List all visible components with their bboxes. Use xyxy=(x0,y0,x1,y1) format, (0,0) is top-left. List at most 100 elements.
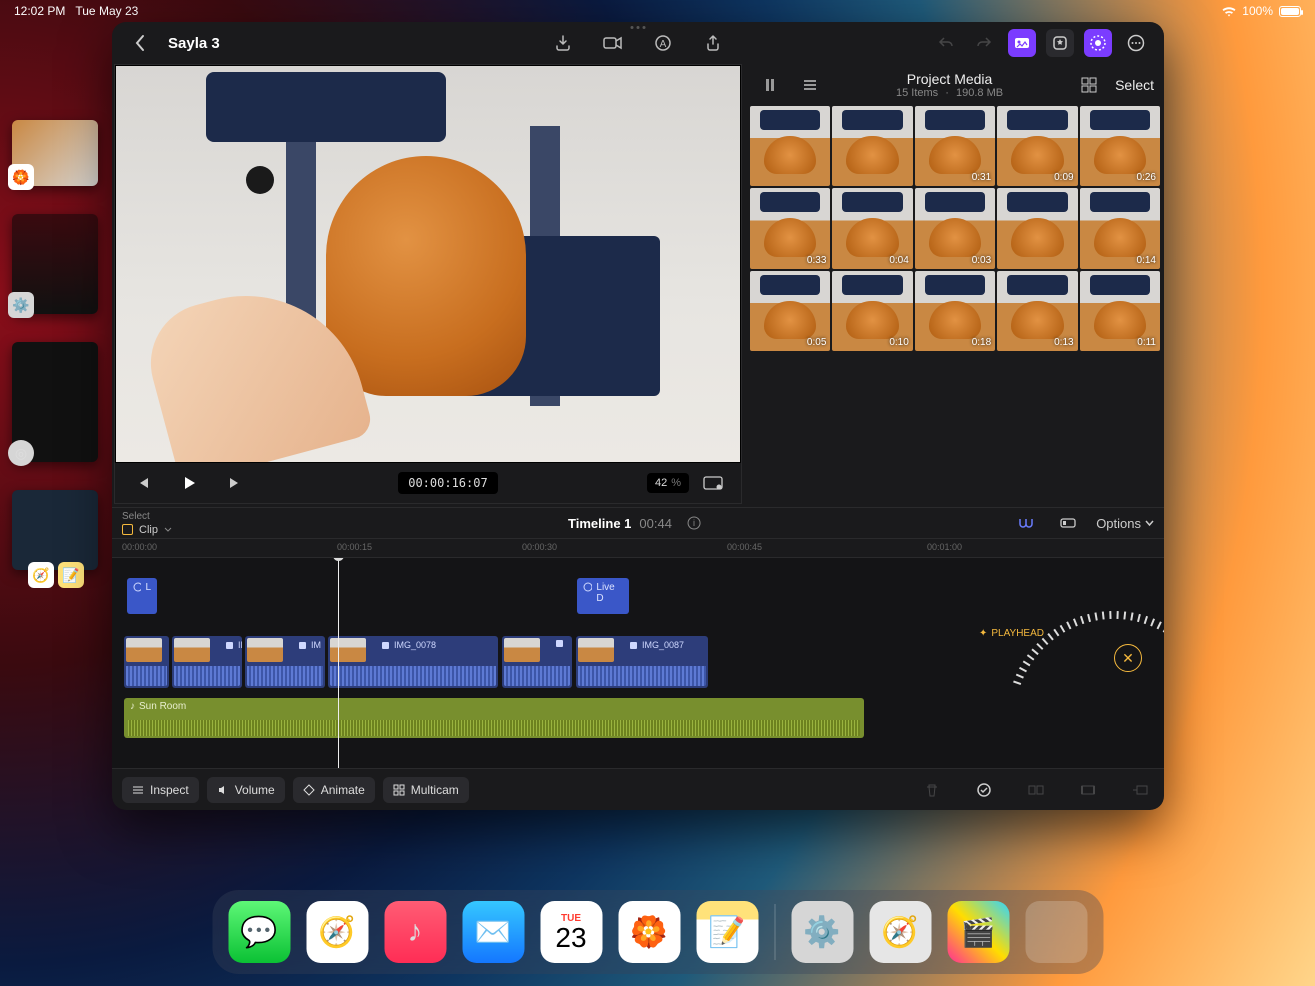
music-clip[interactable]: ♪Sun Room xyxy=(124,698,864,738)
video-clip[interactable]: IM xyxy=(172,636,242,688)
speaker-icon xyxy=(217,784,229,796)
media-thumb[interactable]: 0:04 xyxy=(832,188,912,268)
effects-browser-icon[interactable] xyxy=(1046,29,1074,57)
video-clip[interactable]: IM xyxy=(124,636,169,688)
position-icon[interactable] xyxy=(1126,776,1154,804)
dock-app-folder[interactable] xyxy=(1025,901,1087,963)
timeline-options-button[interactable]: Options xyxy=(1096,516,1154,531)
playhead[interactable] xyxy=(338,558,339,768)
media-thumb[interactable] xyxy=(750,106,830,186)
stage-window-settings[interactable]: ⚙️ xyxy=(12,214,98,314)
camera-icon[interactable] xyxy=(599,29,627,57)
titlebar: Sayla 3 A xyxy=(112,22,1164,64)
dock-mail[interactable]: ✉️ xyxy=(462,901,524,963)
stage-window-photos[interactable]: 🏵️ xyxy=(12,120,98,186)
timecode-display[interactable]: 00:00:16:07 xyxy=(398,472,497,494)
play-button[interactable] xyxy=(175,469,203,497)
filmstrip-view-icon[interactable] xyxy=(756,71,784,99)
media-thumb[interactable]: 0:03 xyxy=(915,188,995,268)
title-clip[interactable]: L xyxy=(127,578,157,614)
wifi-icon xyxy=(1222,6,1236,17)
browser-subtitle: 15 Items · 190.8 MB xyxy=(896,87,1003,99)
stage-window-notes[interactable]: 🧭 📝 xyxy=(12,490,98,570)
media-thumb[interactable] xyxy=(832,106,912,186)
clip-video-icon xyxy=(382,642,391,649)
safari-app-icon: 🧭 xyxy=(28,562,54,588)
media-thumb[interactable]: 0:13 xyxy=(997,271,1077,351)
clip-square-icon xyxy=(122,524,133,535)
titles-icon[interactable]: A xyxy=(649,29,677,57)
enable-clip-icon[interactable] xyxy=(970,776,998,804)
dock-separator xyxy=(774,904,775,960)
inspector-toggle[interactable] xyxy=(1084,29,1112,57)
trash-icon[interactable] xyxy=(918,776,946,804)
dock-messages[interactable]: 💬 xyxy=(228,901,290,963)
dock-music[interactable]: ♪ xyxy=(384,901,446,963)
preview-canvas[interactable] xyxy=(115,65,741,463)
thumb-duration: 0:04 xyxy=(889,255,908,266)
media-thumb[interactable]: 0:05 xyxy=(750,271,830,351)
video-clip[interactable]: IMG_0087 xyxy=(576,636,708,688)
thumb-duration: 0:33 xyxy=(807,255,826,266)
media-thumb[interactable]: 0:33 xyxy=(750,188,830,268)
inspect-button[interactable]: Inspect xyxy=(122,777,199,803)
animate-button[interactable]: Animate xyxy=(293,777,375,803)
media-thumb[interactable]: 0:31 xyxy=(915,106,995,186)
snapping-icon[interactable] xyxy=(1012,509,1040,537)
stage-window-logic[interactable]: ◎ xyxy=(12,342,98,462)
dock-notes[interactable]: 📝 xyxy=(696,901,758,963)
import-icon[interactable] xyxy=(549,29,577,57)
jog-wheel-close[interactable]: ✕ xyxy=(1114,644,1142,672)
photos-app-icon: 🏵️ xyxy=(8,164,34,190)
video-clip[interactable]: IM xyxy=(245,636,325,688)
dock-safari-recent[interactable]: 🧭 xyxy=(869,901,931,963)
video-clip[interactable]: IMG_0078 xyxy=(328,636,498,688)
redo-icon[interactable] xyxy=(970,29,998,57)
clip-selector[interactable]: Clip xyxy=(122,524,172,536)
clip-video-icon xyxy=(630,642,639,649)
thumb-duration: 0:05 xyxy=(807,337,826,348)
media-thumb[interactable]: 0:09 xyxy=(997,106,1077,186)
list-view-icon[interactable] xyxy=(796,71,824,99)
more-menu-icon[interactable] xyxy=(1122,29,1150,57)
razor-icon[interactable] xyxy=(1022,776,1050,804)
dock-final-cut[interactable]: 🎬 xyxy=(947,901,1009,963)
media-thumb[interactable]: 0:14 xyxy=(1080,188,1160,268)
volume-button[interactable]: Volume xyxy=(207,777,285,803)
back-button[interactable] xyxy=(126,29,154,57)
dock-safari[interactable]: 🧭 xyxy=(306,901,368,963)
browser-select-button[interactable]: Select xyxy=(1115,77,1154,93)
media-thumb[interactable]: 0:26 xyxy=(1080,106,1160,186)
multicam-button[interactable]: Multicam xyxy=(383,777,469,803)
next-clip-button[interactable] xyxy=(221,469,249,497)
video-clip[interactable] xyxy=(502,636,572,688)
timeline-view-icon[interactable] xyxy=(1054,509,1082,537)
share-icon[interactable] xyxy=(699,29,727,57)
trim-icon[interactable] xyxy=(1074,776,1102,804)
dock-settings[interactable]: ⚙️ xyxy=(791,901,853,963)
viewer-zoom[interactable]: 42 % xyxy=(647,473,689,493)
dock-calendar[interactable]: TUE 23 xyxy=(540,901,602,963)
grid-view-icon[interactable] xyxy=(1075,71,1103,99)
media-browser-toggle[interactable] xyxy=(1008,29,1036,57)
media-thumb[interactable]: 0:10 xyxy=(832,271,912,351)
final-cut-window: Sayla 3 A xyxy=(112,22,1164,810)
svg-text:A: A xyxy=(660,39,667,50)
battery-pct: 100% xyxy=(1242,4,1273,18)
transport-bar: 00:00:16:07 42 % xyxy=(115,463,741,503)
thumb-duration: 0:26 xyxy=(1137,172,1156,183)
timeline-tracks[interactable]: LLive D IMIMIMIMG_0078IMG_0087 ♪Sun Room… xyxy=(112,558,1164,768)
prev-clip-button[interactable] xyxy=(129,469,157,497)
undo-icon[interactable] xyxy=(932,29,960,57)
timeline-ruler[interactable]: 00:00:0000:00:1500:00:3000:00:4500:01:00 xyxy=(112,538,1164,558)
media-thumb[interactable] xyxy=(997,188,1077,268)
browser-title: Project Media xyxy=(896,71,1003,87)
title-clip[interactable]: Live D xyxy=(577,578,629,614)
ruler-mark: 00:00:30 xyxy=(522,542,557,552)
stage-manager-sidebar: 🏵️ ⚙️ ◎ 🧭 📝 xyxy=(12,120,102,570)
timeline-info-icon[interactable]: i xyxy=(680,509,708,537)
media-thumb[interactable]: 0:11 xyxy=(1080,271,1160,351)
viewer-display-options[interactable] xyxy=(699,469,727,497)
media-thumb[interactable]: 0:18 xyxy=(915,271,995,351)
dock-photos[interactable]: 🏵️ xyxy=(618,901,680,963)
